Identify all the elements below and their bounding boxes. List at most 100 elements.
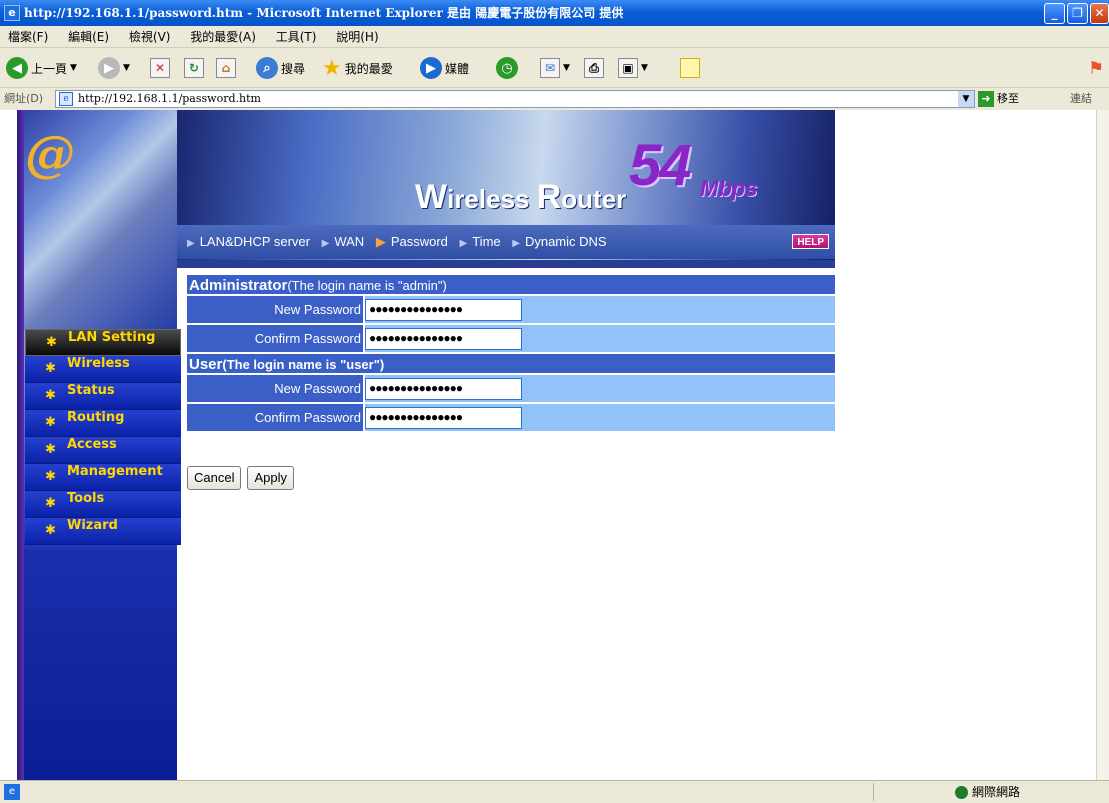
go-arrow-icon: ➜	[978, 91, 994, 107]
sidebar-item-label: Tools	[67, 491, 105, 506]
field-label: Confirm Password	[187, 325, 363, 352]
sidebar-item-lan-setting[interactable]: ✱ LAN Setting	[25, 329, 181, 356]
user-new-password-row: New Password ●●●●●●●●●●●●●●●	[187, 375, 835, 404]
favorites-label: 我的最愛	[344, 61, 393, 76]
star-icon: ★	[322, 55, 342, 81]
browser-window: e http://192.168.1.1/password.htm - Micr…	[0, 0, 1109, 803]
subnav-dynamic-dns[interactable]: Dynamic DNS	[525, 225, 607, 259]
star-bullet-icon: ✱	[45, 388, 56, 403]
star-bullet-icon: ✱	[45, 361, 56, 376]
media-icon: ▶	[420, 57, 442, 79]
sidebar-item-routing[interactable]: ✱ Routing	[25, 410, 181, 437]
menu-file[interactable]: 檔案(F)	[8, 26, 48, 48]
zone-label: 網際網路	[972, 785, 1021, 799]
nav-arrow-icon: ▶	[187, 238, 195, 249]
sidebar-nav: ✱ LAN Setting ✱ Wireless ✱ Status ✱ Routing …	[25, 329, 181, 545]
sidebar-item-status[interactable]: ✱ Status	[25, 383, 181, 410]
title-bar: e http://192.168.1.1/password.htm - Micr…	[0, 0, 1109, 26]
home-button[interactable]: ⌂	[216, 54, 236, 82]
address-input[interactable]: e http://192.168.1.1/password.htm ▼	[55, 90, 975, 108]
ie-icon: e	[4, 5, 20, 21]
favorites-button[interactable]: ★ 我的最愛	[322, 54, 393, 82]
menu-tools[interactable]: 工具(T)	[276, 26, 317, 48]
admin-new-password-row: New Password ●●●●●●●●●●●●●●●	[187, 296, 835, 325]
admin-new-password-input[interactable]: ●●●●●●●●●●●●●●●	[365, 299, 522, 321]
history-icon: ◷	[496, 57, 518, 79]
forward-button[interactable]: ▶ ▼	[98, 54, 130, 82]
menu-edit[interactable]: 編輯(E)	[68, 26, 109, 48]
banner-unit: Mbps	[700, 176, 758, 201]
star-bullet-icon: ✱	[45, 442, 56, 457]
sidebar-item-tools[interactable]: ✱ Tools	[25, 491, 181, 518]
refresh-button[interactable]: ↻	[184, 54, 204, 82]
sidebar-item-wizard[interactable]: ✱ Wizard	[25, 518, 181, 545]
menu-favorites[interactable]: 我的最愛(A)	[190, 26, 256, 48]
search-label: 搜尋	[281, 61, 306, 76]
stop-button[interactable]: ✕	[150, 54, 170, 82]
nav-arrow-icon: ▶	[512, 238, 520, 249]
go-label: 移至	[997, 92, 1019, 105]
menu-help[interactable]: 說明(H)	[336, 26, 378, 48]
vertical-scrollbar[interactable]	[1096, 110, 1109, 780]
admin-confirm-password-row: Confirm Password ●●●●●●●●●●●●●●●	[187, 325, 835, 354]
banner-speed: 54	[629, 133, 691, 198]
sidebar-item-access[interactable]: ✱ Access	[25, 437, 181, 464]
back-button[interactable]: ◀ 上一頁 ▼	[6, 54, 77, 82]
refresh-icon: ↻	[184, 58, 204, 78]
print-button[interactable]: ⎙	[584, 54, 604, 82]
subnav-lan-dhcp[interactable]: LAN&DHCP server	[200, 225, 310, 259]
logo-panel: @	[17, 110, 177, 330]
stop-icon: ✕	[150, 58, 170, 78]
links-label[interactable]: 連結	[1070, 88, 1092, 110]
globe-icon	[955, 785, 968, 799]
user-section-heading: User(The login name is "user")	[187, 354, 835, 375]
messenger-button[interactable]	[680, 54, 700, 82]
sidebar-item-label: Routing	[67, 410, 125, 425]
history-button[interactable]: ◷	[496, 54, 518, 82]
media-button[interactable]: ▶ 媒體	[420, 54, 469, 82]
print-icon: ⎙	[584, 58, 604, 78]
admin-section-heading: Administrator(The login name is "admin")	[187, 275, 835, 296]
sidebar-item-management[interactable]: ✱ Management	[25, 464, 181, 491]
help-button[interactable]: HELP	[792, 234, 829, 249]
sidebar-item-label: Wizard	[67, 518, 118, 533]
user-new-password-input[interactable]: ●●●●●●●●●●●●●●●	[365, 378, 522, 400]
cancel-button[interactable]: Cancel	[187, 466, 242, 490]
sidebar-item-label: Status	[67, 383, 115, 398]
menu-bar: 檔案(F) 編輯(E) 檢視(V) 我的最愛(A) 工具(T) 說明(H)	[0, 26, 1109, 48]
address-url: http://192.168.1.1/password.htm	[78, 92, 261, 105]
mail-button[interactable]: ✉ ▼	[540, 54, 570, 82]
back-arrow-icon: ◀	[6, 57, 28, 79]
user-confirm-password-row: Confirm Password ●●●●●●●●●●●●●●●	[187, 404, 835, 433]
field-label: Confirm Password	[187, 404, 363, 431]
edit-icon: ▣	[618, 58, 638, 78]
admin-confirm-password-input[interactable]: ●●●●●●●●●●●●●●●	[365, 328, 522, 350]
note-icon	[680, 58, 700, 78]
address-dropdown-icon[interactable]: ▼	[958, 91, 974, 107]
nav-arrow-icon: ▶	[459, 238, 468, 249]
user-confirm-password-input[interactable]: ●●●●●●●●●●●●●●●	[365, 407, 522, 429]
form-buttons: Cancel Apply	[187, 466, 294, 490]
subnav-time[interactable]: Time	[472, 225, 500, 259]
at-logo-icon: @	[25, 124, 75, 183]
search-button[interactable]: ⌕ 搜尋	[256, 54, 305, 82]
apply-button[interactable]: Apply	[247, 466, 294, 490]
nav-arrow-current-icon: ▶	[375, 234, 386, 249]
page-status-icon: e	[4, 784, 20, 800]
edit-button[interactable]: ▣ ▼	[618, 54, 648, 82]
menu-view[interactable]: 檢視(V)	[129, 26, 171, 48]
subnav-wan[interactable]: WAN	[334, 225, 364, 259]
back-label: 上一頁	[31, 61, 68, 76]
go-button[interactable]: ➜ 移至	[978, 90, 1019, 108]
standard-toolbar: ◀ 上一頁 ▼ ▶ ▼ ✕ ↻ ⌂ ⌕ 搜尋 ★ 我的最愛 ▶ 媒體 ◷ ✉ ▼ ⎙ …	[0, 48, 1109, 88]
banner-title: Wireless Router	[415, 178, 627, 216]
maximize-button[interactable]: ❐	[1067, 3, 1088, 24]
subnav-password[interactable]: Password	[391, 225, 448, 259]
star-bullet-icon: ✱	[45, 469, 56, 484]
home-icon: ⌂	[216, 58, 236, 78]
sidebar-item-wireless[interactable]: ✱ Wireless	[25, 356, 181, 383]
minimize-button[interactable]: _	[1044, 3, 1065, 24]
password-form: Administrator(The login name is "admin")…	[187, 275, 835, 433]
close-button[interactable]: ✕	[1090, 3, 1109, 24]
page-icon: e	[59, 92, 73, 106]
